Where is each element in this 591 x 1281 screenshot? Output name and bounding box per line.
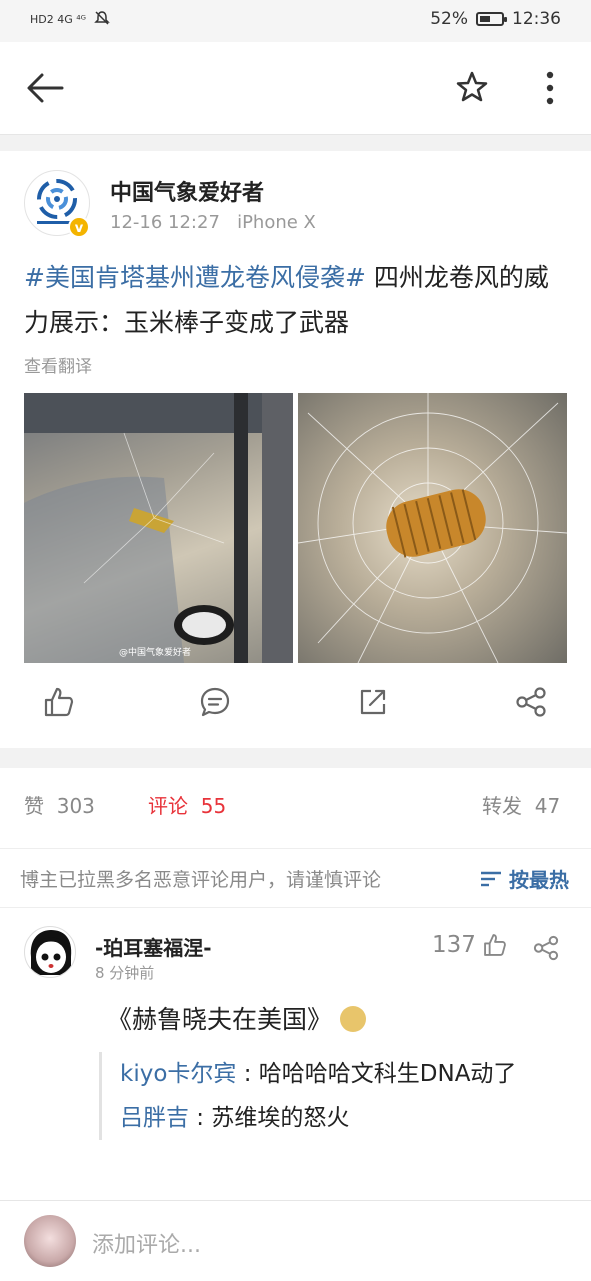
post-hashtag[interactable]: #美国肯塔基州遭龙卷风侵袭#: [24, 263, 366, 292]
sort-button[interactable]: 按最热: [479, 864, 569, 893]
header-divider: [0, 135, 591, 151]
vertical-dots-icon: [546, 71, 554, 105]
verified-badge: v: [68, 216, 90, 238]
post-image-1[interactable]: @中国气象爱好者: [24, 393, 293, 663]
mute-icon: [94, 10, 110, 29]
star-outline-icon: [456, 71, 488, 102]
share-nodes-icon: [516, 687, 546, 717]
repost-button[interactable]: [356, 685, 396, 725]
doge-emoji-icon: [340, 1006, 367, 1032]
comment-button[interactable]: [198, 685, 238, 725]
clock: 12:36: [512, 9, 561, 29]
like-button[interactable]: [42, 685, 82, 725]
reply-separator: :: [189, 1105, 212, 1131]
comment-icon: [200, 687, 230, 717]
share-box-icon: [360, 689, 386, 715]
tab-reposts-label: 转发: [482, 794, 522, 818]
network-status-text: HD2 4G ⁴ᴳ: [30, 13, 87, 26]
battery-percent: 52%: [430, 9, 468, 29]
post-body: #美国肯塔基州遭龙卷风侵袭# 四州龙卷风的威力展示：玉米棒子变成了武器: [24, 255, 569, 345]
tab-reposts[interactable]: 转发 47: [482, 790, 560, 819]
tractor-cab-photo: @中国气象爱好者: [24, 393, 293, 663]
more-options-button[interactable]: [540, 70, 560, 110]
tab-comments-label: 评论: [148, 794, 188, 818]
comment-input-bar: 添加评论...: [0, 1200, 591, 1281]
comment-notice-row: 博主已拉黑多名恶意评论用户，请谨慎评论 按最热: [0, 848, 591, 908]
arrow-left-icon: [27, 73, 64, 103]
battery-icon: [476, 12, 507, 26]
post-timestamp: 12-16 12:27: [110, 212, 220, 233]
reply-text: 苏维埃的怒火: [211, 1105, 350, 1131]
author-name[interactable]: 中国气象爱好者: [110, 175, 264, 207]
anime-avatar-icon: [30, 930, 72, 975]
comment-replies[interactable]: kiyo卡尔宾 : 哈哈哈哈文科生DNA动了 吕胖吉 : 苏维埃的怒火: [99, 1052, 569, 1140]
comment-body: 《赫鲁晓夫在美国》: [107, 1005, 333, 1034]
commenter-avatar[interactable]: [24, 926, 76, 978]
comment-time: 8 分钟前: [95, 964, 155, 982]
thumbs-up-icon: [484, 934, 506, 956]
post-image-2[interactable]: [298, 393, 567, 663]
back-button[interactable]: [26, 70, 64, 110]
tab-comments-count: 55: [200, 794, 227, 818]
reply-text: 哈哈哈哈文科生DNA动了: [258, 1061, 517, 1087]
cracked-glass-corn-photo: [298, 393, 567, 663]
comment-like-button[interactable]: 137: [432, 932, 508, 958]
network-indicators: HD2 4G ⁴ᴳ: [30, 10, 110, 29]
interaction-tabs: 赞 303 评论 55 转发 47: [0, 790, 591, 826]
sort-label: 按最热: [509, 868, 569, 892]
comment-like-count: 137: [432, 932, 476, 958]
tab-reposts-count: 47: [534, 794, 561, 818]
favorite-button[interactable]: [455, 70, 489, 108]
tab-likes-count: 303: [56, 794, 95, 818]
reply-author[interactable]: kiyo卡尔宾: [120, 1061, 236, 1087]
image-watermark: @中国气象爱好者: [119, 646, 191, 658]
commenter-name[interactable]: -珀耳塞福涅-: [95, 932, 212, 961]
status-bar: HD2 4G ⁴ᴳ 52% 12:36: [0, 0, 591, 42]
thumbs-up-icon: [44, 687, 74, 717]
post-actions: [0, 685, 591, 729]
share-button[interactable]: [514, 685, 554, 725]
post-device: iPhone X: [237, 212, 316, 233]
post-meta: 12-16 12:27 iPhone X: [110, 212, 316, 233]
reply-author[interactable]: 吕胖吉: [120, 1105, 189, 1131]
section-divider: [0, 748, 591, 768]
tab-likes-label: 赞: [24, 794, 44, 818]
status-right: 52% 12:36: [430, 9, 561, 29]
comment-input[interactable]: 添加评论...: [92, 1227, 201, 1259]
sort-lines-icon: [481, 871, 501, 886]
share-nodes-icon: [533, 935, 559, 961]
translate-link[interactable]: 查看翻译: [24, 352, 92, 377]
comment-share-button[interactable]: [532, 934, 560, 966]
my-avatar[interactable]: [24, 1215, 76, 1267]
battery-fill: [480, 16, 491, 22]
top-nav-bar: [0, 42, 591, 135]
reply-item: 吕胖吉 : 苏维埃的怒火: [120, 1096, 569, 1140]
comment-text: 《赫鲁晓夫在美国》: [107, 1000, 367, 1036]
reply-separator: :: [236, 1061, 259, 1087]
tab-comments[interactable]: 评论 55: [148, 790, 226, 819]
moderation-notice: 博主已拉黑多名恶意评论用户，请谨慎评论: [20, 869, 382, 891]
reply-item: kiyo卡尔宾 : 哈哈哈哈文科生DNA动了: [120, 1052, 569, 1096]
tab-likes[interactable]: 赞 303: [24, 790, 95, 819]
